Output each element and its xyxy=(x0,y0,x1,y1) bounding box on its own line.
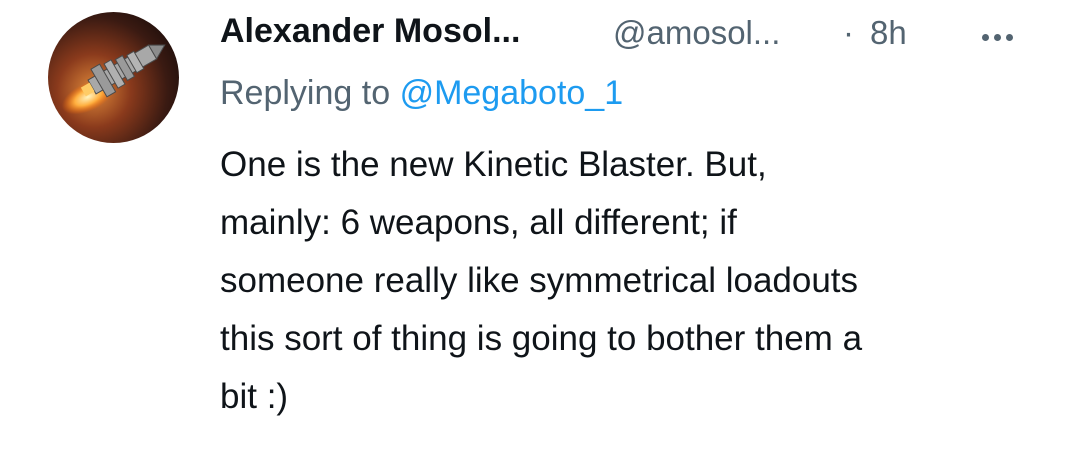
separator-dot: · xyxy=(843,14,854,51)
replying-to-line: Replying to @Megaboto_1 xyxy=(220,74,623,113)
tweet-text-line: One is the new Kinetic Blaster. But, xyxy=(220,145,767,184)
tweet-text: One is the new Kinetic Blaster. But, mai… xyxy=(220,136,1040,426)
author-name[interactable]: Alexander Mosol... xyxy=(220,12,520,51)
tweet-text-line: someone really like symmetrical loadouts xyxy=(220,261,859,300)
more-horizontal-icon[interactable] xyxy=(982,34,1013,41)
tweet-text-line: mainly: 6 weapons, all different; if xyxy=(220,203,737,242)
more-dot xyxy=(994,34,1001,41)
tweet-text-line: bit :) xyxy=(220,377,289,416)
more-dot xyxy=(1006,34,1013,41)
timestamp[interactable]: 8h xyxy=(870,14,907,52)
author-handle[interactable]: @amosol... xyxy=(613,14,780,52)
replying-to-label: Replying to xyxy=(220,74,391,112)
tweet-header: Alexander Mosol... @amosol... · 8h xyxy=(220,10,1060,58)
reply-mention-link[interactable]: @Megaboto_1 xyxy=(400,74,624,112)
avatar-image xyxy=(48,12,179,143)
avatar[interactable] xyxy=(48,12,179,143)
more-dot xyxy=(982,34,989,41)
tweet-text-line: this sort of thing is going to bother th… xyxy=(220,319,863,358)
tweet[interactable]: Alexander Mosol... @amosol... · 8h Reply… xyxy=(0,0,1080,451)
